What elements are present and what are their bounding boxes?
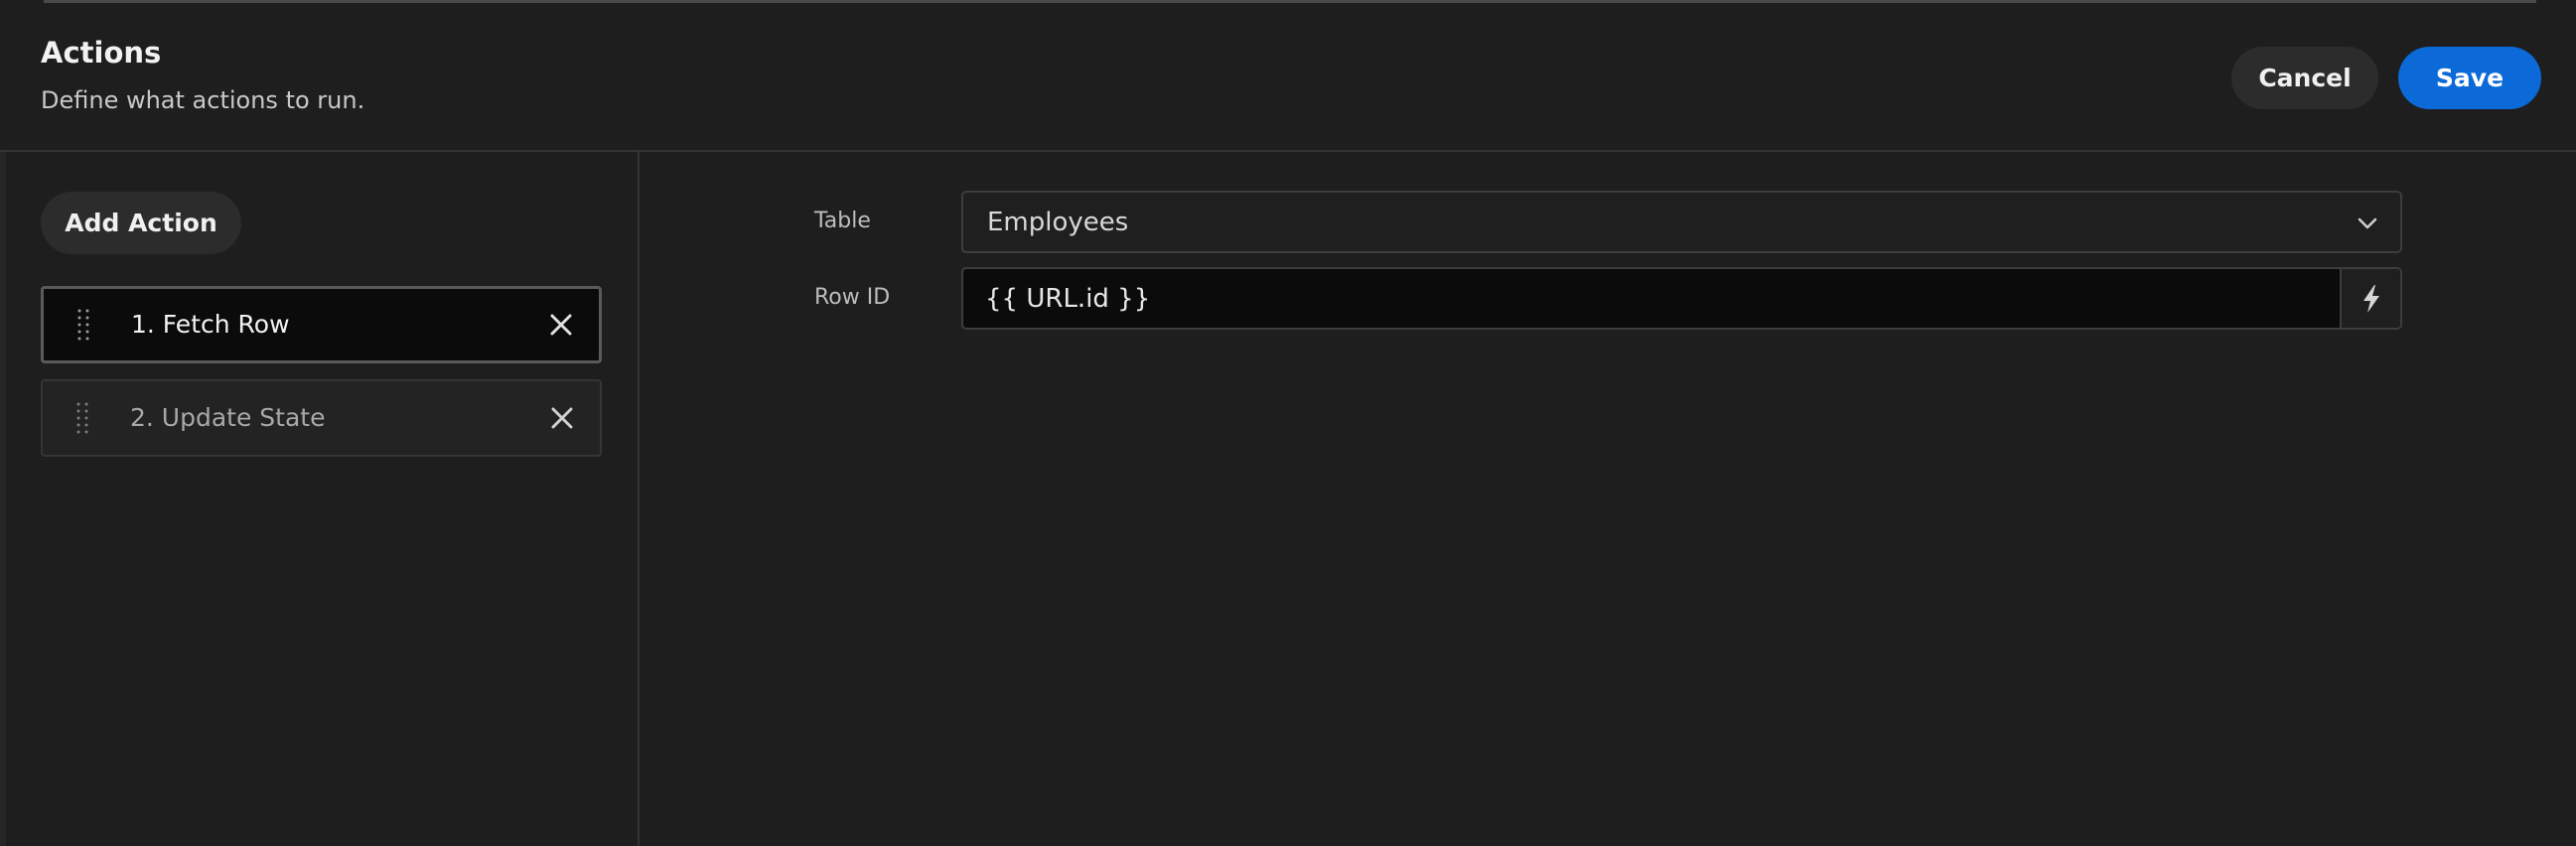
actions-sidebar: Add Action 1. Fetch Row 2. Update State bbox=[6, 152, 640, 846]
close-icon[interactable] bbox=[548, 404, 576, 432]
top-divider bbox=[44, 0, 2536, 3]
row-id-field-label: Row ID bbox=[814, 285, 891, 310]
table-field-label: Table bbox=[814, 209, 871, 233]
chevron-down-icon bbox=[2358, 217, 2377, 229]
action-item-fetch-row[interactable]: 1. Fetch Row bbox=[41, 286, 602, 363]
modal-header: Actions Define what actions to run. Canc… bbox=[0, 0, 2576, 152]
binding-button[interactable] bbox=[2340, 269, 2400, 328]
save-button[interactable]: Save bbox=[2398, 47, 2541, 109]
actions-modal: Actions Define what actions to run. Canc… bbox=[0, 0, 2576, 846]
drag-handle-icon[interactable] bbox=[75, 401, 89, 435]
close-icon[interactable] bbox=[547, 311, 575, 339]
action-settings-panel: Table Employees Row ID bbox=[640, 152, 2576, 846]
action-label: 2. Update State bbox=[130, 403, 326, 432]
row-id-field bbox=[961, 267, 2402, 330]
cancel-button[interactable]: Cancel bbox=[2231, 47, 2378, 109]
table-select[interactable]: Employees bbox=[961, 191, 2402, 253]
row-id-input[interactable] bbox=[963, 269, 2342, 328]
drag-handle-icon[interactable] bbox=[76, 308, 90, 342]
modal-subtitle: Define what actions to run. bbox=[41, 86, 365, 114]
action-label: 1. Fetch Row bbox=[131, 310, 290, 339]
add-action-button[interactable]: Add Action bbox=[41, 192, 241, 254]
modal-title: Actions bbox=[41, 36, 162, 70]
table-select-value: Employees bbox=[987, 208, 1129, 237]
lightning-icon bbox=[2362, 284, 2379, 313]
action-item-update-state[interactable]: 2. Update State bbox=[41, 379, 602, 457]
